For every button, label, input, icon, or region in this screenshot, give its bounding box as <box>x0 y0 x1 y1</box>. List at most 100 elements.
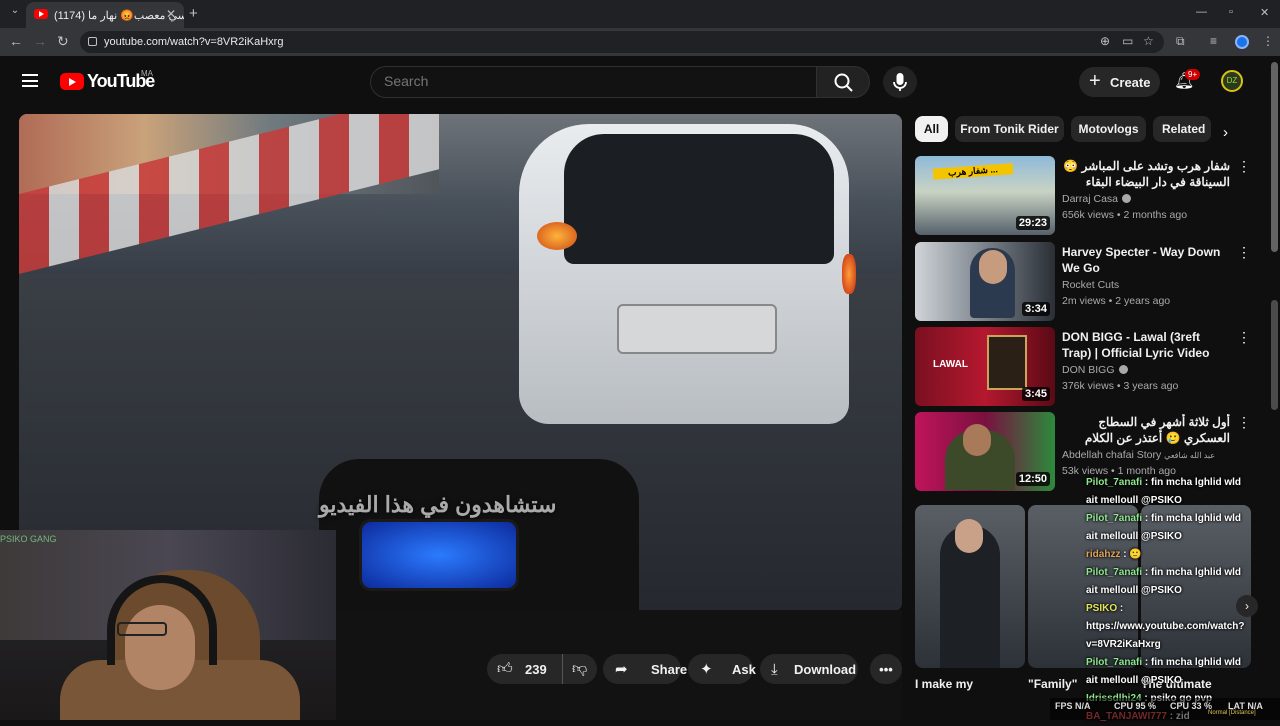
thumbnail-frame <box>987 335 1027 390</box>
more-vertical-icon[interactable]: ⋮ <box>1237 329 1251 346</box>
recommendation-title[interactable]: Harvey Specter - Way Down We Go <box>1062 244 1230 276</box>
extensions-icon[interactable]: ⧉ <box>1176 34 1185 49</box>
browser-profile-icon[interactable] <box>1235 35 1249 49</box>
short-face <box>955 519 983 553</box>
account-avatar[interactable]: DZ <box>1221 70 1243 92</box>
download-button[interactable]: ⤓ Download <box>760 654 858 684</box>
video-thumbnail[interactable]: شفار هرب ... 29:23 <box>915 156 1055 235</box>
chat-message: ridahzz : 🙂 <box>1086 549 1142 560</box>
short-thumbnail[interactable] <box>915 505 1025 668</box>
thumbnail-face <box>963 424 991 456</box>
maximize-icon[interactable]: ▫ <box>1229 6 1233 18</box>
youtube-logo-icon[interactable] <box>60 73 84 90</box>
chat-message: PSIKO : https://www.youtube.com/watch?v=… <box>1086 603 1245 650</box>
zoom-icon[interactable]: ⊕ <box>1100 34 1110 48</box>
minimize-icon[interactable]: — <box>1196 6 1207 18</box>
performance-overlay: FPS N/A CPU 95 % CPU 33 % LAT N/A Normal… <box>1050 698 1280 720</box>
plus-icon: + <box>1089 70 1101 92</box>
video-scene-car-window <box>564 134 834 264</box>
browser-menu-icon[interactable]: ⋮ <box>1262 34 1274 48</box>
country-code: MA <box>141 69 153 78</box>
tab-close-icon[interactable]: ✕ <box>166 7 176 21</box>
sidebar-scrollbar[interactable] <box>1271 300 1278 410</box>
address-bar-row: ← → ↻ youtube.com/watch?v=8VR2iKaHxrg ⊕ … <box>0 28 1280 56</box>
site-info-icon[interactable] <box>88 37 97 46</box>
chips-next-icon[interactable]: › <box>1223 124 1228 141</box>
video-scene-taillight <box>537 222 577 250</box>
share-button[interactable]: ➦ Share <box>603 654 687 684</box>
more-vertical-icon[interactable]: ⋮ <box>1237 244 1251 261</box>
video-scene-speedometer <box>359 519 519 591</box>
recommendation-title[interactable]: شفار هرب وتشد على المباشر 😳 السيناقة في … <box>1062 158 1230 190</box>
chip-from-tonik-rider[interactable]: From Tonik Rider <box>955 116 1064 142</box>
new-tab-icon[interactable]: + <box>189 5 198 22</box>
short-title[interactable]: "Family" <box>1028 677 1077 691</box>
bookmark-star-icon[interactable]: ☆ <box>1143 34 1154 48</box>
chat-message: Pilot_7anafi : fin mcha lghlid wld ait m… <box>1086 477 1242 506</box>
chip-motovlogs[interactable]: Motovlogs <box>1071 116 1146 142</box>
video-scene-taillight <box>842 254 856 294</box>
page-scrollbar[interactable] <box>1271 62 1278 252</box>
recommendation-title[interactable]: أول ثلاثة أشهر في السطاج العسكري 🥲 أعتذر… <box>1062 414 1230 446</box>
tab-groups-icon[interactable]: ≡ <box>1210 34 1217 48</box>
create-label: Create <box>1110 74 1151 90</box>
chat-message: Pilot_7anafi : fin mcha lghlid wld ait m… <box>1086 657 1242 686</box>
reload-icon[interactable]: ↻ <box>57 33 69 50</box>
search-box[interactable] <box>370 66 817 98</box>
browser-tab-bar: ⌄ (1174) بوليسي معصب😡 نهار ما ✕ + — ▫ ✕ <box>0 0 1280 28</box>
video-thumbnail[interactable]: LAWAL 3:45 <box>915 327 1055 406</box>
recommendation-title[interactable]: DON BIGG - Lawal (3reft Trap) | Official… <box>1062 329 1230 361</box>
webcam-sign-text: PSIKO GANG <box>0 534 57 544</box>
video-thumbnail[interactable]: 12:50 <box>915 412 1055 491</box>
chat-message: Pilot_7anafi : fin mcha lghlid wld ait m… <box>1086 513 1242 542</box>
duration-badge: 3:34 <box>1021 302 1050 316</box>
browser-tab[interactable]: (1174) بوليسي معصب😡 نهار ما ✕ <box>26 2 184 28</box>
search-button[interactable] <box>816 66 870 98</box>
tab-title: (1174) بوليسي معصب😡 نهار ما <box>54 9 184 22</box>
create-button[interactable]: + Create <box>1079 67 1160 97</box>
duration-badge: 3:45 <box>1021 387 1050 401</box>
channel-name[interactable]: Abdellah chafai Story عبد الله شافعي <box>1062 449 1215 461</box>
back-icon[interactable]: ← <box>9 33 23 49</box>
ask-label: Ask <box>732 661 756 677</box>
more-vertical-icon[interactable]: ⋮ <box>1237 414 1251 431</box>
share-arrow-icon: ➦ <box>615 661 628 678</box>
url-text[interactable]: youtube.com/watch?v=8VR2iKaHxrg <box>104 36 283 48</box>
like-count: 239 <box>525 661 547 677</box>
channel-name[interactable]: Rocket Cuts <box>1062 279 1119 291</box>
more-actions-button[interactable]: ••• <box>870 654 902 684</box>
tab-search-icon[interactable]: ⌄ <box>8 5 22 19</box>
thumbs-up-icon: 👍︎ <box>497 660 513 677</box>
window-close-icon[interactable]: ✕ <box>1260 6 1269 19</box>
video-thumbnail[interactable]: 3:34 <box>915 242 1055 321</box>
stream-chat-overlay: Pilot_7anafi : fin mcha lghlid wld ait m… <box>1086 474 1254 726</box>
video-meta: 376k views • 3 years ago <box>1062 380 1179 392</box>
more-horizontal-icon: ••• <box>879 661 893 677</box>
like-button[interactable]: 👍︎ 239 <box>487 654 562 684</box>
notification-badge: 9+ <box>1185 69 1201 80</box>
ask-button[interactable]: ✦ Ask <box>688 654 756 684</box>
voice-search-button[interactable] <box>883 66 917 98</box>
duration-badge: 12:50 <box>1015 472 1050 486</box>
cpu-readout: CPU 95 % <box>1114 701 1157 711</box>
hamburger-menu-icon[interactable] <box>22 74 38 87</box>
thumbs-down-icon: 👎︎ <box>572 660 588 677</box>
channel-name[interactable]: DON BIGG <box>1062 364 1128 376</box>
thumbnail-text: شفار هرب ... <box>932 163 1014 180</box>
search-input[interactable] <box>384 73 784 89</box>
cast-icon[interactable]: ▭ <box>1122 34 1133 48</box>
recommendation-item[interactable]: 3:34 Harvey Specter - Way Down We Go Roc… <box>915 242 1265 322</box>
forward-icon[interactable]: → <box>33 33 47 49</box>
recommendation-item[interactable]: LAWAL 3:45 DON BIGG - Lawal (3reft Trap)… <box>915 327 1265 407</box>
chip-related[interactable]: Related <box>1153 116 1211 142</box>
recommendation-item[interactable]: شفار هرب ... 29:23 شفار هرب وتشد على الم… <box>915 156 1265 236</box>
more-vertical-icon[interactable]: ⋮ <box>1237 158 1251 175</box>
channel-name[interactable]: Darraj Casa <box>1062 193 1132 205</box>
dislike-button[interactable]: 👎︎ <box>562 654 597 684</box>
short-title[interactable]: I make my <box>915 677 973 691</box>
chip-all[interactable]: All <box>915 116 948 142</box>
video-meta: 656k views • 2 months ago <box>1062 209 1188 221</box>
omnibox[interactable]: youtube.com/watch?v=8VR2iKaHxrg ⊕ ▭ ☆ <box>80 31 1164 53</box>
sparkle-icon: ✦ <box>700 661 713 678</box>
youtube-header: YouTube MA + Create 🔔︎ 9+ DZ <box>0 56 1280 106</box>
